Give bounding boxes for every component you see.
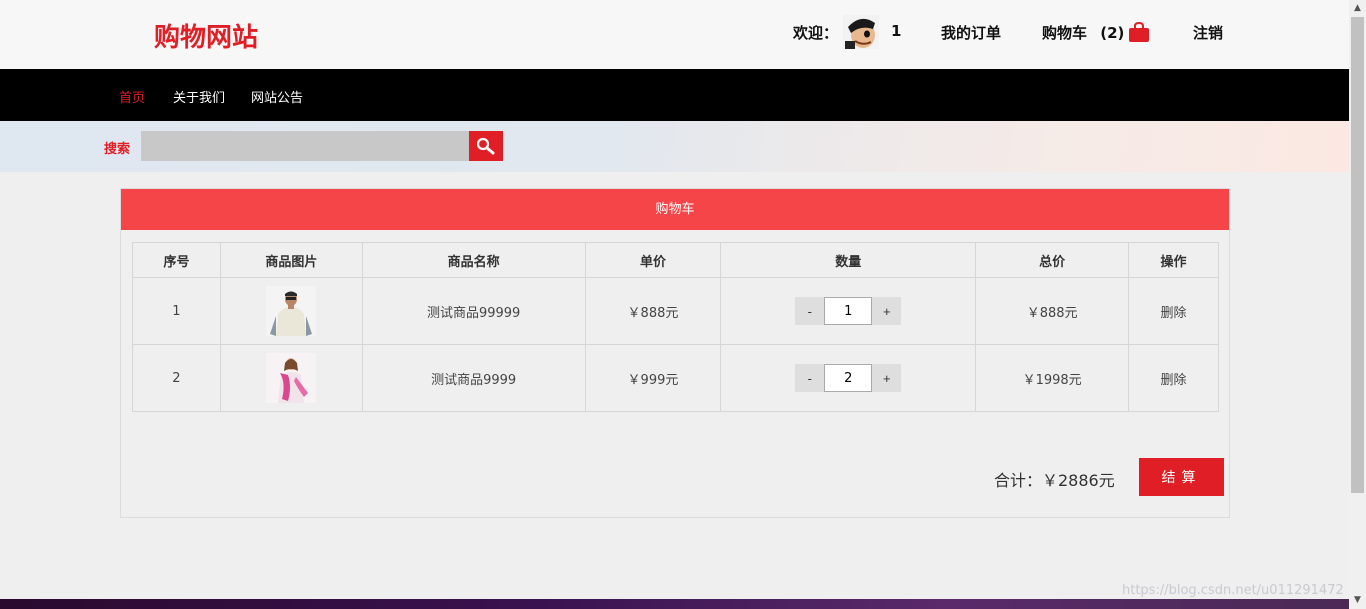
scroll-up-icon[interactable]: ▲: [1349, 0, 1366, 17]
user-avatar[interactable]: [843, 15, 879, 49]
vertical-scrollbar[interactable]: ▲ ▼: [1349, 0, 1366, 609]
decrement-button[interactable]: -: [795, 364, 825, 392]
search-input[interactable]: [141, 131, 469, 161]
cart-sum: 合计：￥2886元: [994, 471, 1115, 490]
footer-strip: [0, 599, 1349, 609]
cart-count: (2): [1100, 24, 1125, 42]
row-index: 1: [132, 277, 221, 345]
decrement-button[interactable]: -: [795, 297, 825, 325]
watermark: https://blog.csdn.net/u011291472: [1122, 583, 1344, 598]
product-image-cell: [219, 344, 363, 412]
line-total: ￥1998元: [975, 344, 1130, 412]
scroll-down-icon[interactable]: ▼: [1349, 592, 1366, 609]
nav-item-announcements[interactable]: 网站公告: [251, 87, 303, 106]
unit-price: ￥888元: [584, 277, 722, 345]
table-row: 1 测试商品99999 ￥888元 - 1 + ￥888元 删除: [132, 277, 1219, 345]
delete-link[interactable]: 删除: [1128, 277, 1219, 345]
checkout-button[interactable]: 结算: [1139, 458, 1224, 496]
nav-item-about[interactable]: 关于我们: [173, 87, 225, 106]
welcome-label: 欢迎：: [793, 24, 839, 42]
unit-price: ￥999元: [584, 344, 722, 412]
search-icon: [476, 137, 495, 155]
logout-link[interactable]: 注销: [1193, 22, 1223, 43]
column-header-name: 商品名称: [361, 242, 586, 278]
column-header-unit-price: 单价: [584, 242, 722, 278]
column-header-index: 序号: [132, 242, 221, 278]
row-index: 2: [132, 344, 221, 412]
nav-item-home[interactable]: 首页: [119, 87, 145, 106]
table-header-row: 序号 商品图片 商品名称 单价 数量 总价 操作: [132, 242, 1219, 278]
cart-panel-title: 购物车: [121, 189, 1229, 230]
product-image[interactable]: [266, 286, 317, 336]
scroll-thumb[interactable]: [1351, 17, 1364, 493]
increment-button[interactable]: +: [872, 364, 902, 392]
search-label: 搜索: [104, 142, 131, 157]
quantity-input[interactable]: [824, 297, 873, 325]
quantity-stepper: - +: [795, 297, 902, 325]
product-name: 测试商品99999: [361, 277, 586, 345]
increment-button[interactable]: +: [872, 297, 902, 325]
product-image-cell: [219, 277, 363, 345]
cart-panel: 购物车 序号 商品图片 商品名称 单价 数量 总价 操作 1 测试商品99999…: [120, 188, 1230, 518]
column-header-quantity: 数量: [720, 242, 977, 278]
username[interactable]: 1: [891, 22, 901, 40]
cart-link[interactable]: 购物车 (2): [1042, 22, 1124, 43]
product-image[interactable]: [266, 353, 317, 403]
column-header-total: 总价: [975, 242, 1130, 278]
search-button[interactable]: [469, 131, 503, 161]
line-total: ￥888元: [975, 277, 1130, 345]
my-orders-link[interactable]: 我的订单: [941, 22, 1001, 43]
search-bar: 搜索: [0, 121, 1349, 172]
column-header-image: 商品图片: [219, 242, 363, 278]
site-logo[interactable]: 购物网站: [154, 17, 258, 54]
quantity-cell: - +: [720, 277, 977, 345]
quantity-input[interactable]: [824, 364, 873, 392]
cart-link-label: 购物车: [1042, 24, 1088, 42]
shopping-bag-icon[interactable]: [1128, 22, 1150, 42]
quantity-stepper: - +: [795, 364, 902, 392]
quantity-cell: - +: [720, 344, 977, 412]
column-header-action: 操作: [1128, 242, 1219, 278]
main-nav: 首页 关于我们 网站公告: [0, 69, 1349, 121]
header: 购物网站 欢迎： 1 我的订单 购物车 (2) 注销: [0, 0, 1349, 69]
cart-table: 序号 商品图片 商品名称 单价 数量 总价 操作 1 测试商品99999 ￥88…: [132, 242, 1219, 412]
page: 购物网站 欢迎： 1 我的订单 购物车 (2) 注销 首页 关于我们 网站公告 …: [0, 0, 1349, 609]
product-name: 测试商品9999: [361, 344, 586, 412]
delete-link[interactable]: 删除: [1128, 344, 1219, 412]
table-row: 2 测试商品9999 ￥999元 - 2 + ￥1998元 删除: [132, 344, 1219, 412]
